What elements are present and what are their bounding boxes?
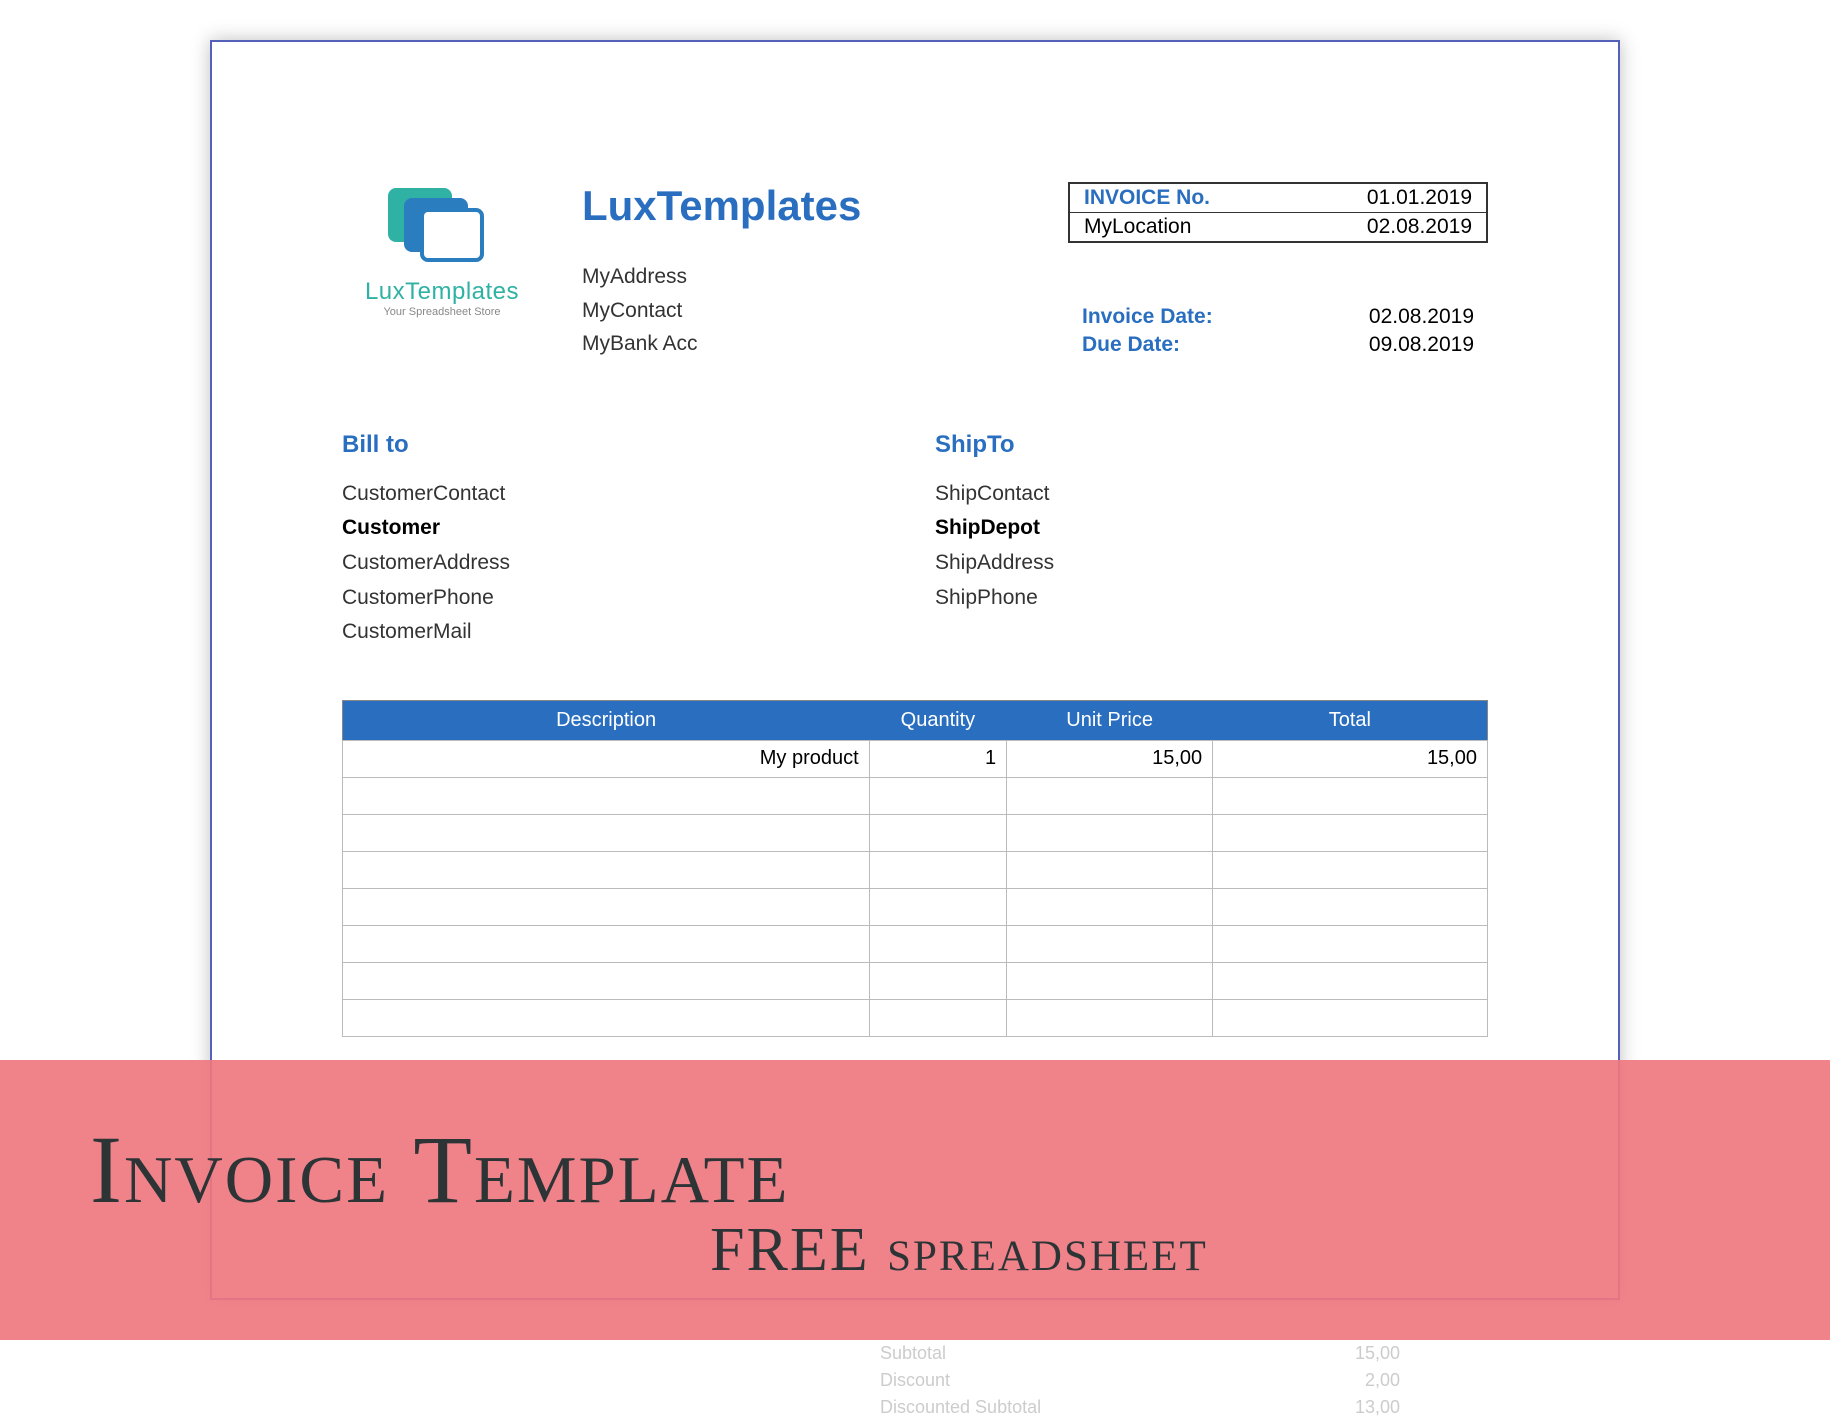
ghost-subtotal-value: 15,00 [1355,1340,1400,1367]
logo-sub: Your Spreadsheet Store [342,306,542,318]
ghost-discounted-subtotal-value: 13,00 [1355,1394,1400,1421]
ship-name: ShipDepot [935,511,1488,546]
company-name: LuxTemplates [582,182,1028,230]
ship-phone: ShipPhone [935,581,1488,616]
invoice-date-label: Invoice Date: [1082,305,1213,329]
th-unit-price: Unit Price [1007,700,1213,740]
bill-to-title: Bill to [342,431,895,459]
parties: Bill to CustomerContact Customer Custome… [342,431,1488,650]
invoice-no-label: INVOICE No. [1084,186,1210,210]
th-total: Total [1213,700,1488,740]
table-row [343,962,1488,999]
cell-desc: My product [343,740,870,777]
table-row [343,851,1488,888]
invoice-date-value: 02.08.2019 [1369,305,1474,329]
ship-to-title: ShipTo [935,431,1488,459]
ghost-totals: Subtotal 15,00 Discount 2,00 Discounted Su… [880,1340,1400,1421]
overlay-title: Invoice Template [90,1114,1830,1225]
th-quantity: Quantity [869,700,1006,740]
invoice-location-value: 02.08.2019 [1367,215,1472,239]
invoice-number-box: INVOICE No. 01.01.2019 MyLocation 02.08.… [1068,182,1488,243]
table-row [343,925,1488,962]
ship-address: ShipAddress [935,546,1488,581]
company-contact: MyContact [582,294,1028,328]
invoice-location-label: MyLocation [1084,215,1191,239]
overlay-subtitle: FREE spreadsheet [710,1215,1830,1286]
marketing-overlay: Invoice Template FREE spreadsheet [0,1060,1830,1340]
logo-mark-icon [382,182,502,272]
logo-name: LuxTemplates [342,278,542,306]
items-table: Description Quantity Unit Price Total My… [342,700,1488,1037]
bill-phone: CustomerPhone [342,581,895,616]
due-date-value: 09.08.2019 [1369,333,1474,357]
bill-to: Bill to CustomerContact Customer Custome… [342,431,895,650]
bill-contact: CustomerContact [342,477,895,512]
ship-contact: ShipContact [935,477,1488,512]
ghost-discount-label: Discount [880,1367,950,1394]
table-row [343,888,1488,925]
company-address: MyAddress [582,260,1028,294]
table-row: My product 1 15,00 15,00 [343,740,1488,777]
table-row [343,814,1488,851]
dates-block: Invoice Date: 02.08.2019 Due Date: 09.08… [1068,303,1488,359]
cell-price: 15,00 [1007,740,1213,777]
ghost-discount-value: 2,00 [1365,1367,1400,1394]
invoice-meta: INVOICE No. 01.01.2019 MyLocation 02.08.… [1068,182,1488,359]
header: LuxTemplates Your Spreadsheet Store LuxT… [342,182,1488,361]
bill-name: Customer [342,511,895,546]
table-row [343,777,1488,814]
bill-address: CustomerAddress [342,546,895,581]
cell-qty: 1 [869,740,1006,777]
logo: LuxTemplates Your Spreadsheet Store [342,182,542,318]
ghost-subtotal-label: Subtotal [880,1340,946,1367]
ship-to: ShipTo ShipContact ShipDepot ShipAddress… [935,431,1488,650]
invoice-no-value: 01.01.2019 [1367,186,1472,210]
bill-mail: CustomerMail [342,615,895,650]
cell-total: 15,00 [1213,740,1488,777]
company-bank: MyBank Acc [582,327,1028,361]
th-description: Description [343,700,870,740]
due-date-label: Due Date: [1082,333,1180,357]
ghost-discounted-subtotal-label: Discounted Subtotal [880,1394,1041,1421]
table-row [343,999,1488,1036]
company-block: LuxTemplates MyAddress MyContact MyBank … [582,182,1028,361]
